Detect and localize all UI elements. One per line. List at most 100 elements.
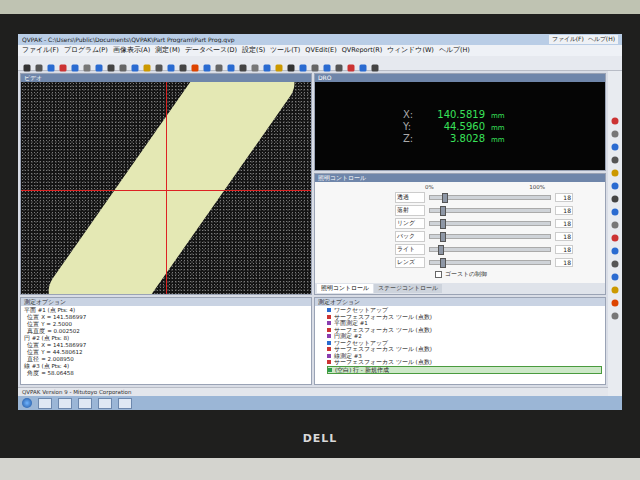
camera-view[interactable]	[21, 82, 311, 294]
side-tool-icon[interactable]	[610, 215, 620, 225]
side-tool-icon[interactable]	[610, 241, 620, 251]
taskbar-app-icon[interactable]	[38, 398, 52, 409]
tool-icon[interactable]	[250, 58, 260, 68]
program-step[interactable]: 円測定 #2	[327, 333, 602, 340]
crosshair-vertical	[166, 82, 167, 294]
side-tool-icon[interactable]	[610, 124, 620, 134]
light-slider[interactable]	[429, 247, 551, 252]
menu-item[interactable]: ファイル(F)	[22, 46, 59, 55]
taskbar-app-icon[interactable]	[98, 398, 112, 409]
taskbar-app-icon[interactable]	[58, 398, 72, 409]
desk	[0, 458, 640, 480]
mini-menu-item[interactable]: ファイル(F)	[552, 35, 584, 44]
side-tool-icon[interactable]	[610, 163, 620, 173]
tool-icon[interactable]	[370, 58, 380, 68]
program-step[interactable]: ワークセットアップ	[327, 340, 602, 347]
menu-item[interactable]: ウィンドウ(W)	[387, 46, 434, 55]
menu-item[interactable]: QVEdit(E)	[305, 46, 336, 55]
menu-item[interactable]: 設定(S)	[242, 46, 265, 55]
part-edge-icon	[21, 82, 301, 294]
tool-icon[interactable]	[334, 58, 344, 68]
slider-knob[interactable]	[440, 219, 446, 229]
menu-item[interactable]: プログラム(P)	[64, 46, 108, 55]
program-step[interactable]: サーフェスフォーカス ツール (点数)	[327, 346, 602, 353]
side-tool-icon[interactable]	[610, 228, 620, 238]
tab[interactable]: ステージコントロール	[374, 284, 442, 293]
light-slider[interactable]	[429, 208, 551, 213]
menu-item[interactable]: ヘルプ(H)	[439, 46, 470, 55]
tool-icon[interactable]	[82, 58, 92, 68]
tool-icon[interactable]	[310, 58, 320, 68]
menu-item[interactable]: 画像表示(A)	[113, 46, 151, 55]
light-slider[interactable]	[429, 195, 551, 200]
menu-item[interactable]: データベース(D)	[185, 46, 237, 55]
tool-icon[interactable]	[94, 58, 104, 68]
tool-icon[interactable]	[118, 58, 128, 68]
menu-item[interactable]: ツール(T)	[270, 46, 300, 55]
screen: QVPAK - C:\Users\Public\Documents\QVPAK\…	[18, 34, 622, 410]
tool-icon[interactable]	[70, 58, 80, 68]
side-tool-icon[interactable]	[610, 137, 620, 147]
tool-icon[interactable]	[106, 58, 116, 68]
slider-knob[interactable]	[442, 193, 448, 203]
mini-menu-item[interactable]: ヘルプ(H)	[588, 35, 615, 44]
tool-icon[interactable]	[178, 58, 188, 68]
slider-knob[interactable]	[438, 245, 444, 255]
menu-item[interactable]: QVReport(R)	[342, 46, 383, 55]
program-step[interactable]: (空白) 行 - 新規作成	[327, 366, 602, 375]
slider-knob[interactable]	[440, 206, 446, 216]
light-slider[interactable]	[429, 234, 551, 239]
tool-icon[interactable]	[22, 58, 32, 68]
tool-icon[interactable]	[346, 58, 356, 68]
side-tool-icon[interactable]	[610, 267, 620, 277]
light-slider[interactable]	[429, 260, 551, 265]
tool-icon[interactable]	[322, 58, 332, 68]
ghost-checkbox[interactable]: ゴーストの制御	[435, 270, 599, 279]
tool-icon[interactable]	[274, 58, 284, 68]
side-tool-icon[interactable]	[610, 280, 620, 290]
light-channel: バック18	[395, 231, 599, 242]
tool-icon[interactable]	[298, 58, 308, 68]
program-step[interactable]: サーフェスフォーカス ツール (点数)	[327, 314, 602, 321]
side-tool-icon[interactable]	[610, 254, 620, 264]
tool-icon[interactable]	[358, 58, 368, 68]
taskbar-app-icon[interactable]	[78, 398, 92, 409]
menu-bar: ファイル(F) プログラム(P) 画像表示(A) 測定(M) データベース(D) 設定(S…	[18, 45, 622, 56]
program-step[interactable]: ワークセットアップ	[327, 307, 602, 314]
side-tool-icon[interactable]	[610, 189, 620, 199]
tool-icon[interactable]	[34, 58, 44, 68]
start-icon[interactable]	[22, 398, 32, 408]
slider-knob[interactable]	[440, 258, 446, 268]
tool-icon[interactable]	[142, 58, 152, 68]
side-tool-icon[interactable]	[610, 176, 620, 186]
tool-icon[interactable]	[58, 58, 68, 68]
program-step[interactable]: サーフェスフォーカス ツール (点数)	[327, 327, 602, 334]
side-tool-icon[interactable]	[610, 111, 620, 121]
tool-icon[interactable]	[238, 58, 248, 68]
tool-icon[interactable]	[166, 58, 176, 68]
tool-icon[interactable]	[202, 58, 212, 68]
menu-item[interactable]: 測定(M)	[155, 46, 180, 55]
side-tool-icon[interactable]	[610, 293, 620, 303]
tool-icon[interactable]	[262, 58, 272, 68]
tool-icon[interactable]	[154, 58, 164, 68]
tool-icon[interactable]	[214, 58, 224, 68]
program-step[interactable]: 線測定 #3	[327, 353, 602, 360]
side-tool-icon[interactable]	[610, 202, 620, 212]
program-step[interactable]: 平面測定 #1	[327, 320, 602, 327]
tool-icon[interactable]	[130, 58, 140, 68]
taskbar-app-icon[interactable]	[118, 398, 132, 409]
tab[interactable]: 照明コントロール	[317, 284, 373, 293]
side-tool-icon[interactable]	[610, 306, 620, 316]
light-slider[interactable]	[429, 221, 551, 226]
monitor: QVPAK - C:\Users\Public\Documents\QVPAK\…	[0, 14, 640, 458]
tool-icon[interactable]	[286, 58, 296, 68]
side-tool-icon[interactable]	[610, 150, 620, 160]
mini-toolbar: ファイル(F) ヘルプ(H)	[549, 35, 618, 44]
result-line: 位置 Y = 44.580612	[24, 349, 308, 356]
tool-icon[interactable]	[190, 58, 200, 68]
tool-icon[interactable]	[226, 58, 236, 68]
tool-icon[interactable]	[46, 58, 56, 68]
toolbar	[18, 56, 622, 71]
slider-knob[interactable]	[440, 232, 446, 242]
